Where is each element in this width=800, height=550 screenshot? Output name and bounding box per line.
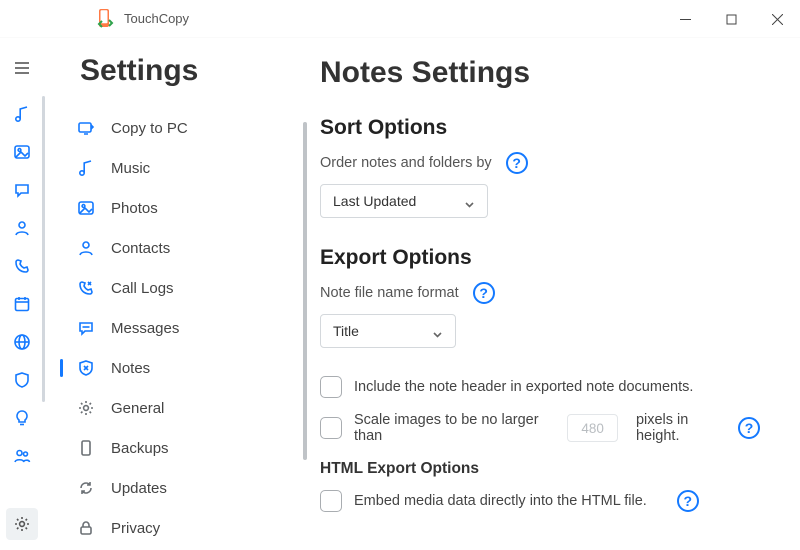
scale-images-checkbox[interactable] — [320, 417, 342, 439]
privacy-icon — [76, 519, 96, 537]
sidebar-item-label: Messages — [111, 320, 179, 337]
rail-internet-icon[interactable] — [12, 332, 32, 352]
export-heading: Export Options — [320, 246, 760, 270]
help-icon[interactable]: ? — [506, 152, 528, 174]
settings-sidebar: Settings Copy to PC Music Photos Contact… — [44, 38, 306, 550]
rail-tips-icon[interactable] — [12, 408, 32, 428]
scale-images-prefix: Scale images to be no larger than — [354, 412, 549, 444]
embed-media-label: Embed media data directly into the HTML … — [354, 493, 647, 509]
help-icon[interactable]: ? — [473, 282, 495, 304]
sidebar-item-messages[interactable]: Messages — [56, 308, 306, 348]
sidebar-item-privacy[interactable]: Privacy — [56, 508, 306, 548]
file-name-format-dropdown[interactable]: Title — [320, 314, 456, 348]
sort-heading: Sort Options — [320, 116, 760, 140]
rail-messages-icon[interactable] — [12, 180, 32, 200]
html-export-heading: HTML Export Options — [320, 460, 760, 478]
sidebar-item-label: Photos — [111, 200, 158, 217]
messages-icon — [76, 319, 96, 337]
rail-photos-icon[interactable] — [12, 142, 32, 162]
sidebar-scrollbar[interactable] — [303, 122, 307, 460]
page-title: Notes Settings — [320, 56, 760, 90]
rail-contacts-icon[interactable] — [12, 218, 32, 238]
hamburger-menu-icon[interactable] — [12, 58, 32, 78]
sidebar-item-label: Music — [111, 160, 150, 177]
notes-icon — [76, 359, 96, 377]
rail-settings-button[interactable] — [6, 508, 38, 540]
file-name-format-value: Title — [333, 323, 359, 339]
sidebar-item-label: Privacy — [111, 520, 160, 537]
sidebar-item-label: Contacts — [111, 240, 170, 257]
sidebar-item-music[interactable]: Music — [56, 148, 306, 188]
copy-to-pc-icon — [76, 119, 96, 137]
rail-people-icon[interactable] — [12, 446, 32, 466]
rail-shield-icon[interactable] — [12, 370, 32, 390]
scale-images-input[interactable]: 480 — [567, 414, 618, 442]
sidebar-item-call-logs[interactable]: Call Logs — [56, 268, 306, 308]
updates-icon — [76, 479, 96, 497]
sidebar-item-backups[interactable]: Backups — [56, 428, 306, 468]
rail-music-icon[interactable] — [12, 104, 32, 124]
rail-calls-icon[interactable] — [12, 256, 32, 276]
backups-icon — [76, 439, 96, 457]
chevron-down-icon — [464, 197, 475, 213]
rail-calendar-icon[interactable] — [12, 294, 32, 314]
sidebar-title: Settings — [80, 54, 306, 88]
title-bar: TouchCopy — [0, 0, 800, 38]
sidebar-item-label: General — [111, 400, 164, 417]
main-content: Notes Settings Sort Options Order notes … — [306, 38, 800, 550]
sidebar-item-notes[interactable]: Notes — [56, 348, 306, 388]
sidebar-item-contacts[interactable]: Contacts — [56, 228, 306, 268]
sort-order-value: Last Updated — [333, 193, 416, 209]
help-icon[interactable]: ? — [677, 490, 699, 512]
sidebar-item-label: Updates — [111, 480, 167, 497]
music-icon — [76, 159, 96, 177]
app-logo — [96, 8, 116, 30]
scale-images-suffix: pixels in height. — [636, 412, 726, 444]
sidebar-item-label: Copy to PC — [111, 120, 188, 137]
include-header-label: Include the note header in exported note… — [354, 379, 693, 395]
photos-icon — [76, 199, 96, 217]
app-title: TouchCopy — [124, 11, 189, 26]
general-icon — [76, 399, 96, 417]
minimize-button[interactable] — [662, 0, 708, 38]
window-controls — [662, 0, 800, 38]
sort-order-label: Order notes and folders by — [320, 155, 492, 171]
close-button[interactable] — [754, 0, 800, 38]
contacts-icon — [76, 239, 96, 257]
sidebar-item-updates[interactable]: Updates — [56, 468, 306, 508]
file-name-format-label: Note file name format — [320, 285, 459, 301]
call-logs-icon — [76, 279, 96, 297]
sidebar-item-label: Call Logs — [111, 280, 174, 297]
maximize-button[interactable] — [708, 0, 754, 38]
sidebar-item-label: Backups — [111, 440, 169, 457]
sidebar-item-photos[interactable]: Photos — [56, 188, 306, 228]
sidebar-item-general[interactable]: General — [56, 388, 306, 428]
sidebar-item-copy-to-pc[interactable]: Copy to PC — [56, 108, 306, 148]
embed-media-checkbox[interactable] — [320, 490, 342, 512]
sidebar-item-label: Notes — [111, 360, 150, 377]
icon-rail — [0, 38, 44, 550]
sort-order-dropdown[interactable]: Last Updated — [320, 184, 488, 218]
include-header-checkbox[interactable] — [320, 376, 342, 398]
chevron-down-icon — [432, 327, 443, 343]
help-icon[interactable]: ? — [738, 417, 760, 439]
